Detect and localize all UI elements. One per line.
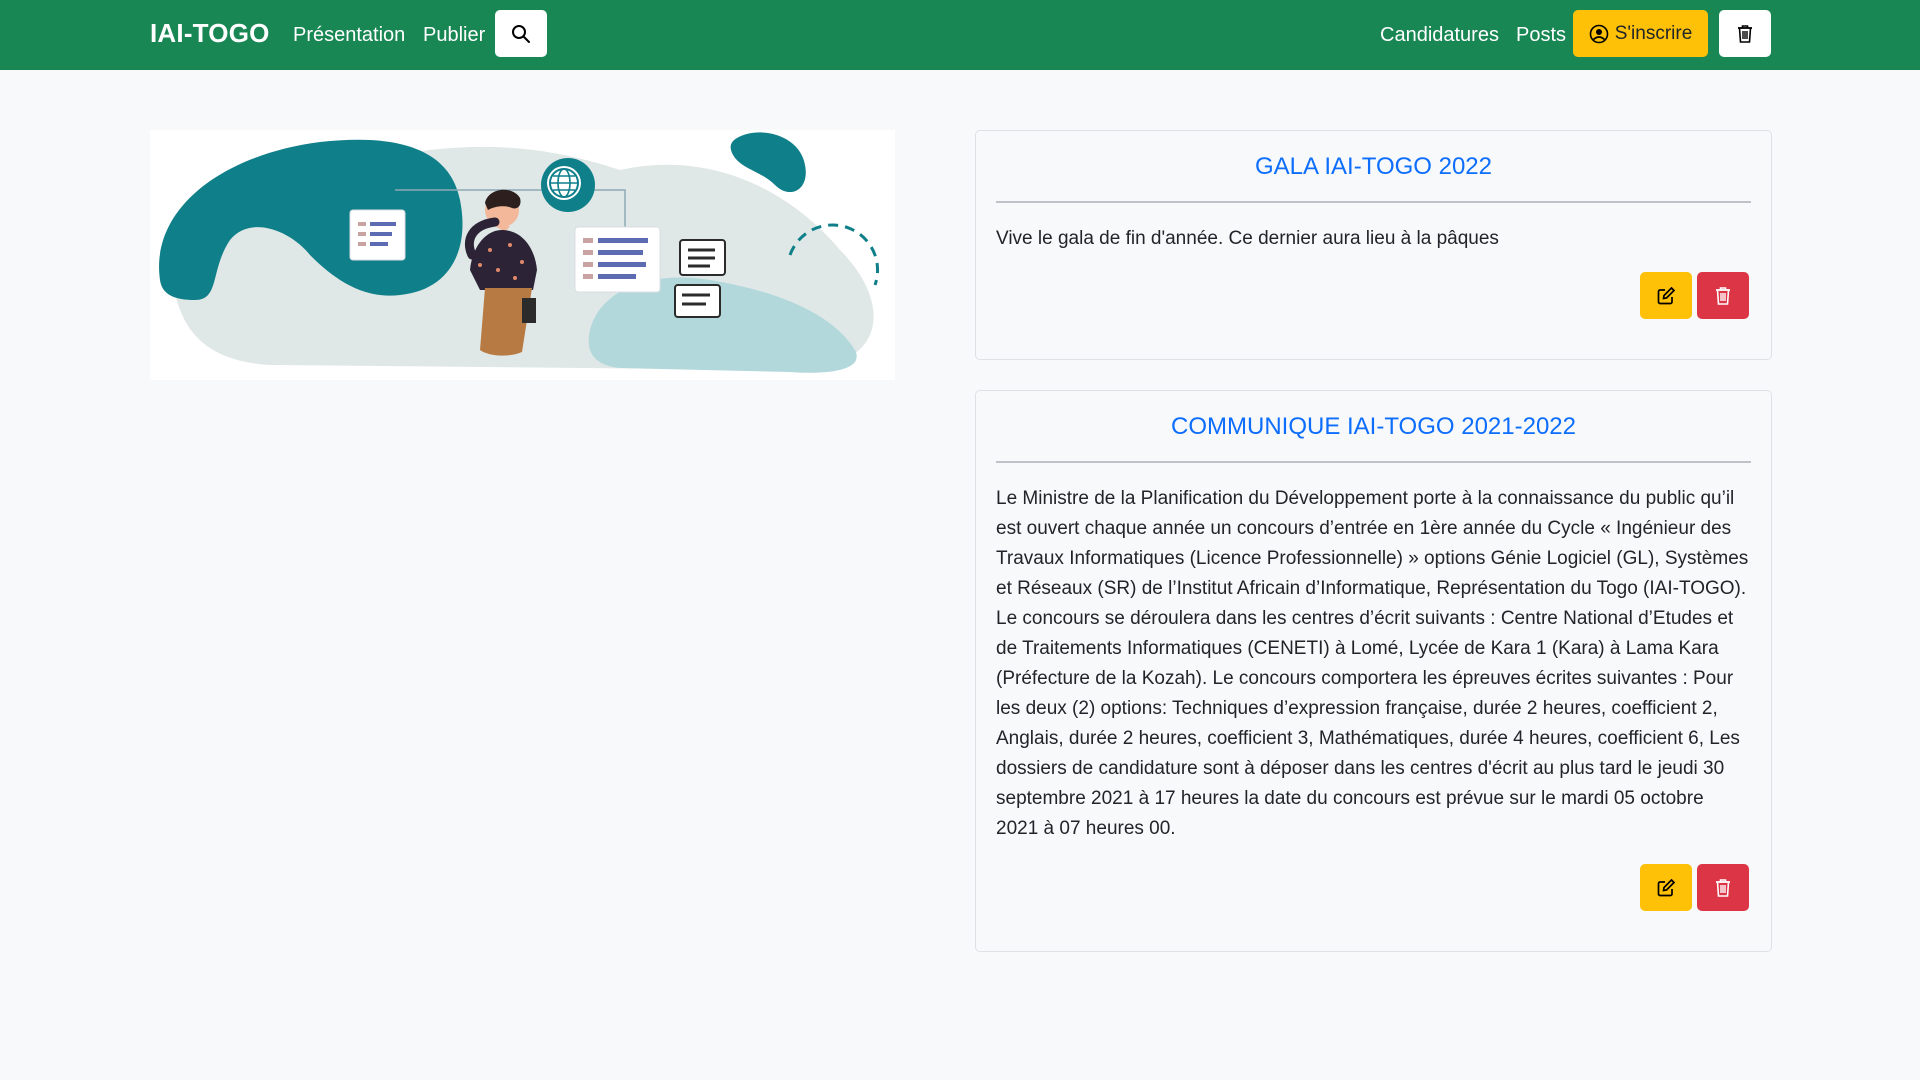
user-circle-icon [1589,24,1609,43]
nav-trash-button[interactable] [1719,10,1771,57]
post-body: Vive le gala de fin d'année. Ce dernier … [996,228,1499,249]
trash-icon [1716,286,1730,305]
title-divider [996,201,1751,203]
title-divider [996,461,1751,463]
brand-logo[interactable]: IAI-TOGO [150,18,270,49]
edit-post-button[interactable] [1640,272,1692,319]
trash-icon [1716,878,1730,897]
nav-link-candidatures[interactable]: Candidatures [1380,24,1499,47]
post-title[interactable]: COMMUNIQUE IAI-TOGO 2021-2022 [996,413,1751,441]
illustration-image [150,130,895,380]
hero-illustration [150,130,895,380]
nav-link-presentation[interactable]: Présentation [293,24,405,47]
search-button[interactable] [495,10,547,57]
signup-label: S'inscrire [1614,22,1693,44]
top-navbar: IAI-TOGO Présentation Publier Candidatur… [0,0,1920,70]
post-card: COMMUNIQUE IAI-TOGO 2021-2022 Le Ministr… [975,390,1772,952]
edit-post-button[interactable] [1640,864,1692,911]
post-card: GALA IAI-TOGO 2022 Vive le gala de fin d… [975,130,1772,360]
signup-button[interactable]: S'inscrire [1573,10,1708,57]
delete-post-button[interactable] [1697,272,1749,319]
edit-icon [1657,286,1676,304]
nav-link-posts[interactable]: Posts [1516,24,1566,47]
edit-icon [1657,878,1676,896]
post-body: Le Ministre de la Planification du Dével… [996,488,1749,839]
nav-link-publier[interactable]: Publier [423,24,485,47]
delete-post-button[interactable] [1697,864,1749,911]
post-title[interactable]: GALA IAI-TOGO 2022 [996,153,1751,181]
trash-icon [1738,24,1752,43]
search-icon [512,24,530,43]
